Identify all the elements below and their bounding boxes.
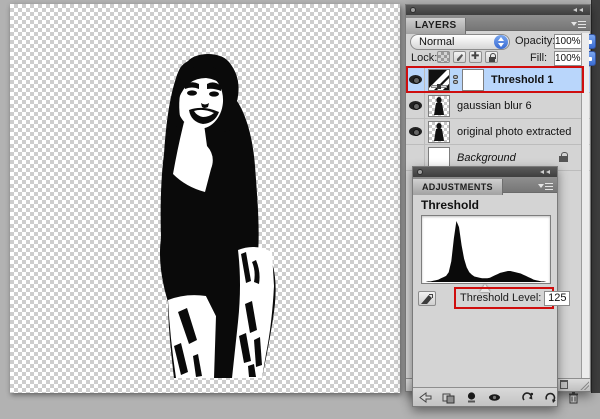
layers-panel-titlebar[interactable]: [406, 5, 590, 15]
adjustments-tabbar: ADJUSTMENTS: [413, 177, 557, 195]
threshold-histogram[interactable]: [421, 215, 551, 284]
threshold-adjustment-thumbnail[interactable]: [428, 68, 450, 91]
layer-row-gaussian-blur-6[interactable]: gaussian blur 6: [406, 92, 590, 119]
close-button[interactable]: [410, 7, 416, 13]
document-canvas[interactable]: [10, 4, 400, 393]
link-mask-icon: [452, 75, 459, 84]
eye-icon[interactable]: [408, 127, 422, 136]
reset-to-defaults-icon[interactable]: [544, 391, 557, 404]
lock-all-icon[interactable]: [485, 51, 498, 63]
clip-to-layer-icon[interactable]: [465, 391, 478, 404]
resize-grip[interactable]: [580, 381, 589, 390]
lock-position-icon[interactable]: [469, 51, 482, 63]
delete-layer-icon[interactable]: [560, 380, 568, 389]
eye-icon[interactable]: [408, 75, 422, 84]
collapse-to-icons-icon[interactable]: [540, 170, 552, 175]
stepper-icon[interactable]: [494, 35, 508, 49]
panel-menu-icon[interactable]: [571, 19, 586, 28]
on-image-adjustment-icon[interactable]: [418, 291, 436, 306]
lock-row: Lock: Fill: 100%: [406, 51, 596, 67]
threshold-level-label: Threshold Level:: [460, 292, 542, 304]
adjustments-panel-footer: [413, 387, 578, 406]
tab-layers[interactable]: LAYERS: [406, 18, 467, 34]
collapse-to-icons-icon[interactable]: [573, 8, 585, 13]
layer-thumbnail[interactable]: [428, 120, 450, 143]
layers-scroll-track[interactable]: [581, 33, 589, 379]
layer-mask-thumbnail[interactable]: [462, 68, 484, 91]
layer-name[interactable]: gaussian blur 6: [457, 100, 532, 112]
adjustment-title: Threshold: [421, 198, 480, 212]
opacity-label: Opacity:: [515, 35, 556, 47]
layer-name[interactable]: original photo extracted: [457, 126, 571, 138]
layer-name[interactable]: Background: [457, 152, 516, 164]
visibility-well[interactable]: [406, 66, 425, 93]
blend-mode-value: Normal: [419, 36, 455, 48]
tab-adjustments[interactable]: ADJUSTMENTS: [413, 179, 503, 195]
close-button[interactable]: [417, 169, 423, 175]
red-annotation-box-threshold-level: Threshold Level:: [454, 287, 571, 309]
toggle-visibility-eye-icon[interactable]: [488, 391, 501, 404]
layer-list: Threshold 1 gaussian blur 6 original pho…: [406, 66, 590, 171]
layer-locked-icon: [559, 152, 568, 162]
threshold-image-girl-silhouette: [159, 54, 276, 378]
lock-transparent-pixels-icon[interactable]: [437, 51, 450, 63]
adjustments-panel-titlebar[interactable]: [413, 167, 557, 177]
lock-image-pixels-icon[interactable]: [453, 51, 466, 63]
fill-combo: 100%: [554, 51, 596, 66]
lock-label: Lock:: [411, 52, 438, 64]
view-previous-state-icon[interactable]: [521, 391, 534, 404]
layer-row-original-photo-extracted[interactable]: original photo extracted: [406, 118, 590, 145]
adjustments-panel: ADJUSTMENTS Threshold Threshold Level:: [412, 166, 578, 407]
fill-label: Fill:: [530, 52, 548, 64]
layer-name[interactable]: Threshold 1: [491, 74, 553, 86]
opacity-value[interactable]: 100%: [554, 34, 583, 49]
expanded-view-icon[interactable]: [442, 391, 455, 404]
return-to-adjustment-list-icon[interactable]: [419, 391, 432, 404]
panel-menu-icon[interactable]: [538, 181, 553, 190]
threshold-level-input[interactable]: [544, 290, 571, 306]
delete-adjustment-icon[interactable]: [567, 391, 580, 404]
eye-icon[interactable]: [408, 101, 422, 110]
photoshop-workspace: { "colors": { "background": "#b2b2b2", "…: [0, 0, 600, 419]
fill-value[interactable]: 100%: [554, 51, 583, 66]
layer-thumbnail[interactable]: [428, 94, 450, 117]
layer-row-threshold-1[interactable]: Threshold 1: [406, 66, 590, 93]
layers-tabbar: LAYERS: [406, 15, 590, 34]
visibility-well[interactable]: [406, 92, 425, 119]
opacity-combo: 100%: [554, 34, 596, 49]
blend-mode-row: Normal Opacity: 100%: [406, 33, 596, 51]
blend-mode-select[interactable]: Normal: [410, 34, 510, 50]
visibility-well[interactable]: [406, 118, 425, 145]
